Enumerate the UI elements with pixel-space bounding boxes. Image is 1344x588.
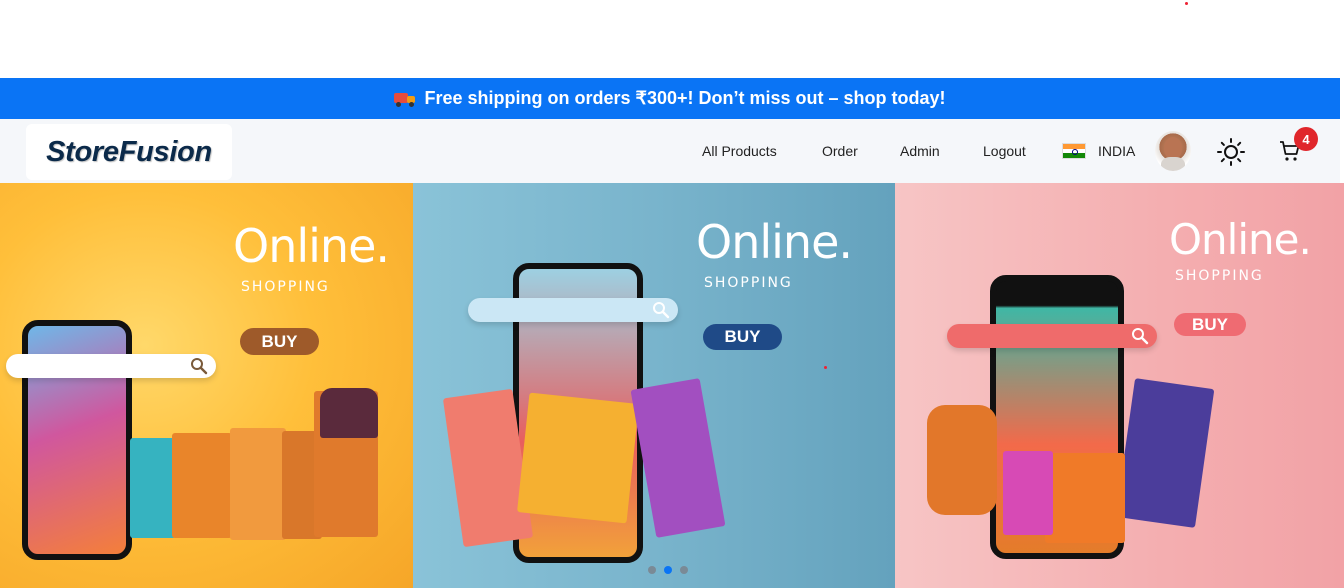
carousel-dot-3[interactable] (680, 566, 688, 574)
carousel-indicators (648, 566, 688, 574)
buy-button[interactable]: BUY (240, 328, 319, 355)
buy-button[interactable]: BUY (1174, 313, 1246, 336)
india-flag-icon[interactable] (1062, 143, 1086, 159)
slide-headline: Online. (1169, 215, 1312, 264)
nav-link-all-products[interactable]: All Products (702, 143, 777, 159)
hero-slide-2[interactable]: Online. SHOPPING BUY (413, 183, 895, 588)
carousel-dot-1[interactable] (648, 566, 656, 574)
bag-illustration (1003, 451, 1053, 535)
search-icon (191, 358, 208, 375)
bag-illustration (517, 392, 639, 524)
bag-illustration (172, 433, 232, 538)
bag-illustration (230, 428, 286, 540)
search-icon (653, 302, 670, 319)
nav-link-logout[interactable]: Logout (983, 143, 1026, 159)
search-illustration (6, 354, 216, 378)
nav-link-admin[interactable]: Admin (900, 143, 940, 159)
brand-logo[interactable]: StoreFusion (26, 124, 232, 180)
stray-red-dot (1185, 2, 1188, 5)
theme-toggle-sun-icon[interactable] (1216, 137, 1246, 167)
slide-headline: Online. (233, 219, 390, 273)
promo-text: Free shipping on orders ₹300+! Don’t mis… (424, 88, 946, 108)
backpack-illustration (320, 388, 378, 438)
truck-icon (394, 91, 416, 107)
nav-link-order[interactable]: Order (822, 143, 858, 159)
cart-count-badge: 4 (1294, 127, 1318, 151)
user-avatar[interactable] (1155, 131, 1191, 171)
promo-banner: Free shipping on orders ₹300+! Don’t mis… (0, 78, 1340, 119)
search-icon (1132, 328, 1149, 345)
slide-subline: SHOPPING (704, 275, 793, 291)
country-selector[interactable]: INDIA (1098, 143, 1135, 159)
hero-slide-3[interactable]: Online. SHOPPING BUY (895, 183, 1344, 588)
carousel-dot-2[interactable] (664, 566, 672, 574)
top-whitespace (0, 0, 1344, 78)
slide-subline: SHOPPING (1175, 268, 1264, 284)
hero-carousel[interactable]: Online. SHOPPING BUY Online. SHOPPING BU… (0, 183, 1344, 588)
navbar: StoreFusion All Products Order Admin Log… (0, 119, 1340, 183)
slide-subline: SHOPPING (241, 279, 330, 295)
bag-illustration (1115, 378, 1215, 528)
hero-slide-1[interactable]: Online. SHOPPING BUY (0, 183, 413, 588)
bag-illustration (1045, 453, 1125, 543)
brand-logo-text: StoreFusion (46, 135, 212, 168)
bag-illustration (927, 405, 997, 515)
bag-illustration (130, 438, 176, 538)
slide-headline: Online. (696, 215, 853, 269)
bag-illustration (630, 378, 726, 538)
buy-button[interactable]: BUY (703, 324, 782, 350)
stray-red-dot (824, 366, 827, 369)
search-illustration (468, 298, 678, 322)
search-illustration (947, 324, 1157, 348)
